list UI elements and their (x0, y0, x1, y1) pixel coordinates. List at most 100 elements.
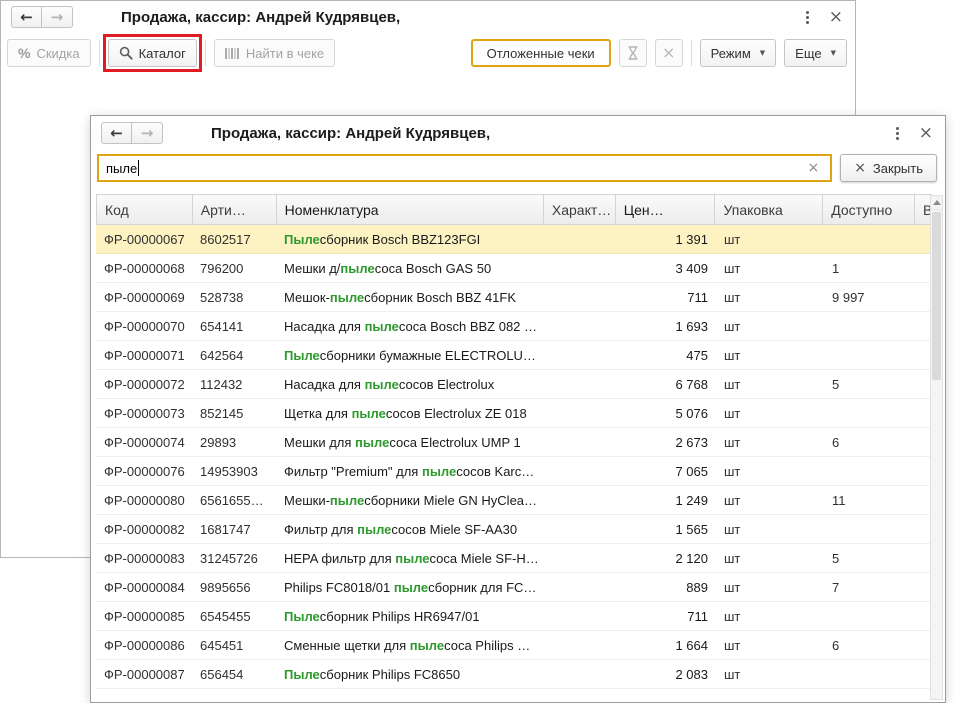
close-catalog-button[interactable]: × Закрыть (840, 154, 937, 182)
table-row[interactable]: ФР-00000082 1681747 Фильтр для пылесосов M… (96, 515, 932, 544)
more-label: Еще (795, 45, 822, 61)
menu-dots-icon[interactable] (892, 124, 903, 143)
vertical-scrollbar[interactable] (930, 195, 943, 700)
discount-label: Скидка (36, 45, 80, 61)
catalog-window: ← → Продажа, кассир: Андрей Кудрявцев, ×… (90, 115, 946, 703)
main-window-controls: × (802, 1, 843, 33)
cell-article: 796200 (200, 260, 244, 276)
cancel-button[interactable]: × (654, 39, 683, 67)
catalog-label: Каталог (138, 45, 186, 61)
cell-packaging: шт (724, 492, 741, 508)
column-header-available[interactable]: Доступно (823, 195, 915, 224)
hourglass-icon (627, 46, 639, 60)
find-in-receipt-label: Найти в чеке (245, 45, 325, 61)
table-row[interactable]: ФР-00000086 645451 Сменные щетки для пылес… (96, 631, 932, 660)
table-row[interactable]: ФР-00000076 14953903 Фильтр "Premium" для … (96, 457, 932, 486)
cell-article: 642564 (200, 347, 244, 363)
cell-code: ФР-00000067 (104, 231, 185, 247)
deferred-receipts-label: Отложенные чеки (486, 45, 595, 61)
cell-available: 5 (832, 550, 840, 566)
table-row[interactable]: ФР-00000083 31245726 HEPA фильтр для пылес… (96, 544, 932, 573)
cell-nomenclature: HEPA фильтр для пылесоса Miele SF-H… (284, 550, 539, 566)
search-query-text: пыле (106, 160, 138, 176)
search-match-text: пыле (355, 434, 390, 450)
cell-article: 112432 (200, 376, 243, 392)
table-row[interactable]: ФР-00000080 6561655… Мешки-пылесборники Mi… (96, 486, 932, 515)
column-header-price[interactable]: Цен… (616, 195, 716, 224)
cell-nomenclature: Мешки для пылесоса Electrolux UMP 1 (284, 434, 521, 450)
cell-packaging: шт (724, 347, 741, 363)
cell-nomenclature: Фильтр "Premium" для пылесосов Karc… (284, 463, 535, 479)
table-row[interactable]: ФР-00000067 8602517 Пылесборник Bosch BBZ1… (96, 225, 932, 254)
cell-packaging: шт (724, 260, 741, 276)
table-row[interactable]: ФР-00000085 6545455 Пылесборник Philips HR… (96, 602, 932, 631)
cell-nomenclature: Мешок-пылесборник Bosch BBZ 41FK (284, 289, 517, 305)
find-in-receipt-button[interactable]: Найти в чеке (213, 39, 336, 67)
menu-dots-icon[interactable] (802, 8, 813, 27)
table-row[interactable]: ФР-00000072 112432 Насадка для пылесосов E… (96, 370, 932, 399)
cell-available: 5 (832, 376, 840, 392)
cell-nomenclature: Мешки д/пылесоса Bosch GAS 50 (284, 260, 492, 276)
cell-code: ФР-00000084 (104, 579, 185, 595)
column-header-code[interactable]: Код (97, 195, 193, 224)
table-row[interactable]: ФР-00000084 9895656 Philips FC8018/01 пыле… (96, 573, 932, 602)
cell-article: 654141 (200, 318, 244, 334)
cell-price: 711 (687, 608, 708, 624)
cell-packaging: шт (724, 318, 741, 334)
table-row[interactable]: ФР-00000071 642564 Пылесборники бумажные E… (96, 341, 932, 370)
mode-label: Режим (710, 45, 751, 61)
scroll-up-button[interactable] (931, 196, 942, 210)
discount-button[interactable]: % Скидка (7, 39, 91, 67)
main-titlebar: ← → Продажа, кассир: Андрей Кудрявцев, × (1, 1, 855, 33)
table-row[interactable]: ФР-00000069 528738 Мешок-пылесборник Bosch… (96, 283, 932, 312)
search-input[interactable]: пыле × (97, 154, 833, 182)
catalog-button[interactable]: Каталог (107, 39, 197, 67)
more-button[interactable]: Еще ▼ (784, 39, 847, 67)
deferred-receipts-button[interactable]: Отложенные чеки (470, 39, 611, 67)
cell-article: 656454 (200, 666, 244, 682)
cell-code: ФР-00000073 (104, 405, 185, 421)
cell-code: ФР-00000087 (104, 666, 185, 682)
cell-packaging: шт (724, 405, 741, 421)
scrollbar-thumb[interactable] (932, 212, 941, 380)
column-header-characteristic[interactable]: Характ… (544, 195, 616, 224)
table-row[interactable]: ФР-00000073 852145 Щетка для пылесосов Ele… (96, 399, 932, 428)
table-row[interactable]: ФР-00000068 796200 Мешки д/пылесоса Bosch … (96, 254, 932, 283)
close-catalog-label: Закрыть (872, 160, 923, 176)
column-header-v[interactable]: В (915, 195, 931, 224)
toolbar-separator (204, 40, 206, 66)
cell-packaging: шт (724, 637, 741, 653)
main-toolbar: % Скидка Каталог Найти в чеке Отложенные… (1, 33, 855, 75)
cell-nomenclature: Насадка для пылесосов Electrolux (284, 376, 495, 392)
column-header-article[interactable]: Арти… (193, 195, 277, 224)
table-row[interactable]: ФР-00000074 29893 Мешки для пылесоса Elect… (96, 428, 932, 457)
mode-button[interactable]: Режим ▼ (699, 39, 777, 67)
cell-price: 2 120 (675, 550, 708, 566)
cell-price: 475 (686, 347, 708, 363)
magnifier-icon (119, 46, 133, 60)
column-header-nomenclature[interactable]: Номенклатура (277, 195, 544, 224)
cell-article: 6561655… (200, 492, 264, 508)
cell-available: 6 (832, 434, 840, 450)
column-header-packaging[interactable]: Упаковка (715, 195, 824, 224)
clear-search-icon[interactable]: × (803, 159, 823, 177)
barcode-icon (224, 47, 240, 60)
table-row[interactable]: ФР-00000087 656454 Пылесборник Philips FC8… (96, 660, 932, 689)
forward-arrow-icon: → (140, 124, 154, 142)
back-button[interactable]: ← (101, 122, 132, 144)
cell-code: ФР-00000080 (104, 492, 185, 508)
forward-button[interactable]: → (42, 6, 73, 28)
hourglass-button[interactable] (618, 39, 647, 67)
back-button[interactable]: ← (11, 6, 42, 28)
window-close-icon[interactable]: × (919, 124, 933, 142)
triangle-up-icon (932, 200, 941, 205)
cell-article: 852145 (200, 405, 244, 421)
forward-button[interactable]: → (132, 122, 163, 144)
search-match-text: Пыле (284, 608, 320, 624)
cell-price: 1 249 (675, 492, 708, 508)
window-close-icon[interactable]: × (829, 8, 843, 26)
search-match-text: пыле (364, 376, 399, 392)
cell-price: 1 565 (675, 521, 708, 537)
table-row[interactable]: ФР-00000070 654141 Насадка для пылесоса Bo… (96, 312, 932, 341)
cell-code: ФР-00000069 (104, 289, 185, 305)
